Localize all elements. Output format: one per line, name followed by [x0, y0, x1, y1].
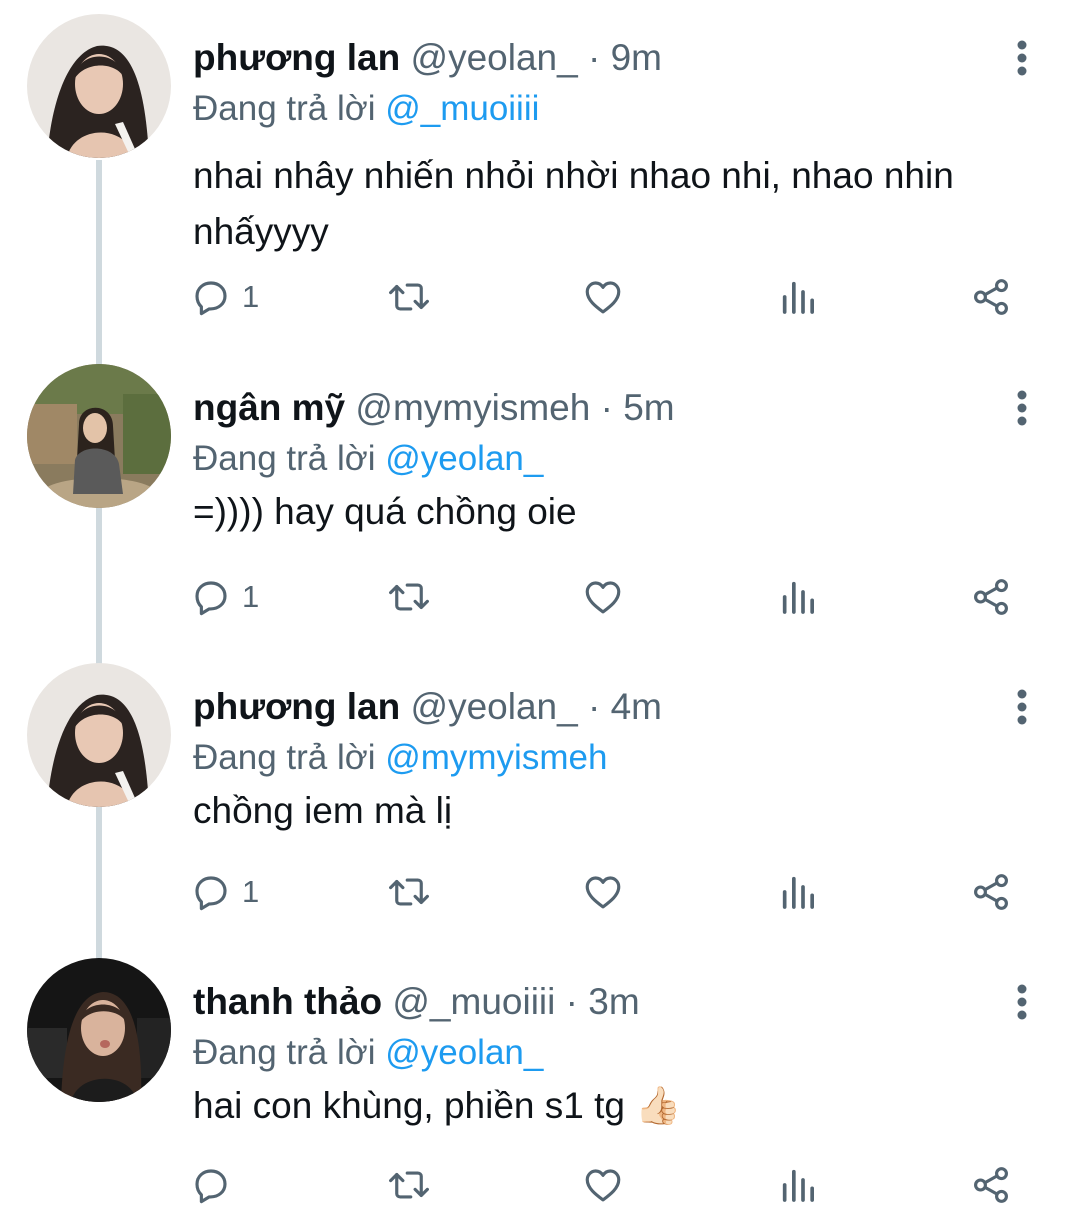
timestamp[interactable]: 4m [611, 686, 662, 727]
more-options-button[interactable] [1004, 685, 1040, 729]
retweet-button[interactable] [386, 572, 432, 622]
reply-icon [195, 581, 227, 616]
views-button[interactable] [778, 572, 818, 622]
tweet[interactable]: phương lan @yeolan_ · 4m Đang trả lời @m… [0, 663, 1080, 933]
reply-button[interactable]: 1 [190, 272, 259, 322]
retweet-button[interactable] [386, 867, 432, 917]
replying-to-handle[interactable]: @yeolan_ [385, 439, 543, 478]
tweet-text: chồng iem mà lị [193, 790, 453, 831]
replying-to-handle[interactable]: @mymyismeh [385, 738, 607, 777]
display-name[interactable]: thanh thảo [193, 981, 382, 1022]
replying-to-label: Đang trả lời [193, 738, 376, 777]
tweet-header: thanh thảo @_muoiiii · 3m [193, 980, 640, 1024]
timestamp[interactable]: 3m [588, 981, 639, 1022]
heart-icon [585, 1169, 621, 1202]
replying-to-label: Đang trả lời [193, 89, 376, 128]
tweet-text: nhai nhây nhiến nhỏi nhời nhao nhi, nhao… [193, 155, 954, 252]
tweet-header: ngân mỹ @mymyismeh · 5m [193, 386, 675, 430]
more-vertical-icon [1017, 40, 1027, 76]
views-button[interactable] [778, 867, 818, 917]
more-options-button[interactable] [1004, 386, 1040, 430]
timestamp[interactable]: 5m [623, 387, 674, 428]
avatar[interactable] [27, 958, 171, 1102]
action-bar [190, 1160, 1030, 1210]
share-button[interactable] [970, 272, 1012, 322]
analytics-icon [782, 281, 814, 314]
tweet-text: hai con khùng, phiền s1 tg 👍🏻 [193, 1085, 682, 1126]
avatar[interactable] [27, 663, 171, 807]
timestamp[interactable]: 9m [611, 37, 662, 78]
reply-button[interactable] [190, 1160, 242, 1210]
separator: · [587, 686, 601, 727]
like-button[interactable] [582, 572, 624, 622]
action-bar: 1 [190, 867, 1030, 917]
tweet[interactable]: phương lan @yeolan_ · 9m Đang trả lời @_… [0, 14, 1080, 334]
like-button[interactable] [582, 1160, 624, 1210]
display-name[interactable]: phương lan [193, 37, 400, 78]
tweet-header: phương lan @yeolan_ · 4m [193, 685, 662, 729]
user-handle[interactable]: @yeolan_ [411, 686, 578, 727]
retweet-icon [389, 583, 429, 611]
replying-to: Đang trả lời @yeolan_ [193, 1032, 543, 1074]
more-options-button[interactable] [1004, 980, 1040, 1024]
retweet-button[interactable] [386, 1160, 432, 1210]
replying-to: Đang trả lời @_muoiiii [193, 88, 539, 130]
retweet-icon [389, 878, 429, 906]
retweet-icon [389, 283, 429, 311]
like-button[interactable] [582, 867, 624, 917]
avatar[interactable] [27, 14, 171, 158]
heart-icon [585, 281, 621, 314]
retweet-button[interactable] [386, 272, 432, 322]
user-handle[interactable]: @mymyismeh [355, 387, 590, 428]
reply-button[interactable]: 1 [190, 572, 259, 622]
retweet-icon [389, 1171, 429, 1199]
reply-button[interactable]: 1 [190, 867, 259, 917]
share-icon [974, 874, 1008, 910]
heart-icon [585, 581, 621, 614]
user-handle[interactable]: @yeolan_ [411, 37, 578, 78]
share-button[interactable] [970, 1160, 1012, 1210]
heart-icon [585, 876, 621, 909]
separator: · [565, 981, 578, 1022]
action-bar: 1 [190, 572, 1030, 622]
display-name[interactable]: ngân mỹ [193, 387, 345, 428]
reply-count: 1 [242, 279, 260, 314]
reply-icon [195, 281, 227, 316]
replying-to: Đang trả lời @yeolan_ [193, 438, 543, 480]
reply-icon [195, 876, 227, 911]
more-vertical-icon [1017, 390, 1027, 426]
share-icon [974, 1167, 1008, 1203]
analytics-icon [782, 1169, 814, 1202]
more-vertical-icon [1017, 689, 1027, 725]
separator: · [600, 387, 613, 428]
separator: · [587, 37, 601, 78]
reply-count: 1 [242, 579, 260, 614]
views-button[interactable] [778, 272, 818, 322]
tweet[interactable]: thanh thảo @_muoiiii · 3m Đang trả lời @… [0, 958, 1080, 1215]
tweet-text: =)))) hay quá chồng oie [193, 491, 577, 532]
tweet-header: phương lan @yeolan_ · 9m [193, 36, 662, 80]
replying-to-handle[interactable]: @_muoiiii [385, 89, 539, 128]
analytics-icon [782, 876, 814, 909]
share-button[interactable] [970, 867, 1012, 917]
more-vertical-icon [1017, 984, 1027, 1020]
tweet[interactable]: ngân mỹ @mymyismeh · 5m Đang trả lời @ye… [0, 364, 1080, 634]
views-button[interactable] [778, 1160, 818, 1210]
like-button[interactable] [582, 272, 624, 322]
user-handle[interactable]: @_muoiiii [392, 981, 555, 1022]
replying-to-label: Đang trả lời [193, 1033, 376, 1072]
replying-to-label: Đang trả lời [193, 439, 376, 478]
share-icon [974, 279, 1008, 315]
share-button[interactable] [970, 572, 1012, 622]
reply-icon [195, 1169, 227, 1204]
display-name[interactable]: phương lan [193, 686, 400, 727]
replying-to: Đang trả lời @mymyismeh [193, 737, 607, 779]
reply-count: 1 [242, 874, 260, 909]
replying-to-handle[interactable]: @yeolan_ [385, 1033, 543, 1072]
more-options-button[interactable] [1004, 36, 1040, 80]
action-bar: 1 [190, 272, 1030, 322]
share-icon [974, 579, 1008, 615]
avatar[interactable] [27, 364, 171, 508]
analytics-icon [782, 581, 814, 614]
